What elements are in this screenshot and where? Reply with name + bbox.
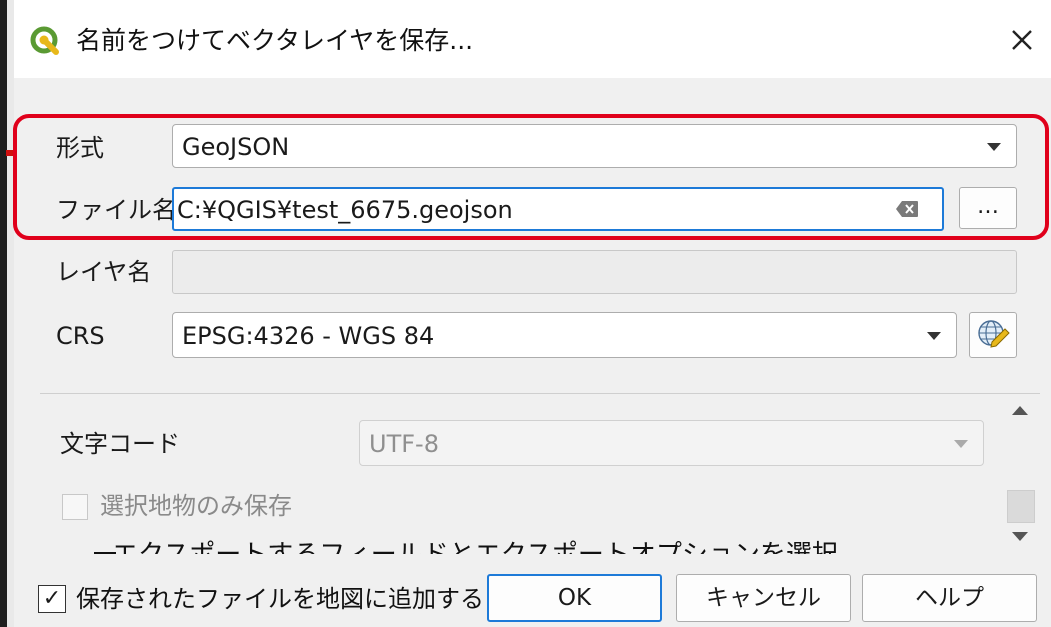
selected-only-label: 選択地物のみ保存 xyxy=(100,492,292,520)
close-icon[interactable] xyxy=(1002,20,1042,60)
collapse-icon xyxy=(94,552,116,554)
background-window-strip xyxy=(0,0,7,627)
encoding-label: 文字コード xyxy=(60,430,180,458)
format-value: GeoJSON xyxy=(182,133,290,161)
encoding-select: UTF-8 xyxy=(359,420,984,466)
filename-label: ファイル名 xyxy=(56,196,176,224)
chevron-down-icon xyxy=(927,332,941,340)
help-button[interactable]: ヘルプ xyxy=(862,574,1037,622)
filename-input[interactable]: C:¥QGIS¥test_6675.geojson xyxy=(172,187,944,231)
crs-select[interactable]: EPSG:4326 - WGS 84 xyxy=(172,312,957,358)
scroll-down-icon[interactable] xyxy=(1012,532,1028,541)
format-select[interactable]: GeoJSON xyxy=(172,124,1017,168)
encoding-value: UTF-8 xyxy=(369,430,439,458)
browse-button[interactable]: … xyxy=(959,187,1017,229)
background-marker xyxy=(6,150,14,156)
ok-button[interactable]: OK xyxy=(487,574,662,622)
layer-name-label: レイヤ名 xyxy=(56,258,152,286)
export-fields-header[interactable]: エクスポートするフィールドとエクスポートオプションを選択 xyxy=(56,540,1006,554)
layer-name-input[interactable] xyxy=(172,250,1017,294)
globe-crs-icon xyxy=(978,320,1010,348)
scroll-up-icon[interactable] xyxy=(1012,406,1028,415)
select-crs-button[interactable] xyxy=(969,312,1017,358)
add-to-map-checkbox[interactable]: ✓ xyxy=(38,585,66,613)
chevron-down-icon xyxy=(954,440,968,448)
cancel-button[interactable]: キャンセル xyxy=(676,574,851,622)
scroll-thumb[interactable] xyxy=(1007,490,1035,523)
dialog-title: 名前をつけてベクタレイヤを保存... xyxy=(76,26,474,55)
checkmark-icon: ✓ xyxy=(42,586,62,611)
filename-value: C:¥QGIS¥test_6675.geojson xyxy=(177,196,513,224)
crs-label: CRS xyxy=(56,322,105,350)
section-divider xyxy=(40,393,1040,394)
background-window-edge xyxy=(0,0,14,627)
qgis-logo-icon xyxy=(30,26,59,55)
selected-only-checkbox[interactable] xyxy=(62,494,88,520)
crs-value: EPSG:4326 - WGS 84 xyxy=(182,322,435,350)
save-vector-layer-dialog: 名前をつけてベクタレイヤを保存... 形式 GeoJSON ファイル名 C:¥Q… xyxy=(14,0,1051,627)
title-bar: 名前をつけてベクタレイヤを保存... xyxy=(14,0,1051,78)
clear-text-icon[interactable] xyxy=(896,201,918,217)
export-fields-label: エクスポートするフィールドとエクスポートオプションを選択 xyxy=(56,540,1006,554)
format-label: 形式 xyxy=(56,134,104,162)
chevron-down-icon xyxy=(987,143,1001,151)
add-to-map-label: 保存されたファイルを地図に追加する xyxy=(76,585,484,613)
